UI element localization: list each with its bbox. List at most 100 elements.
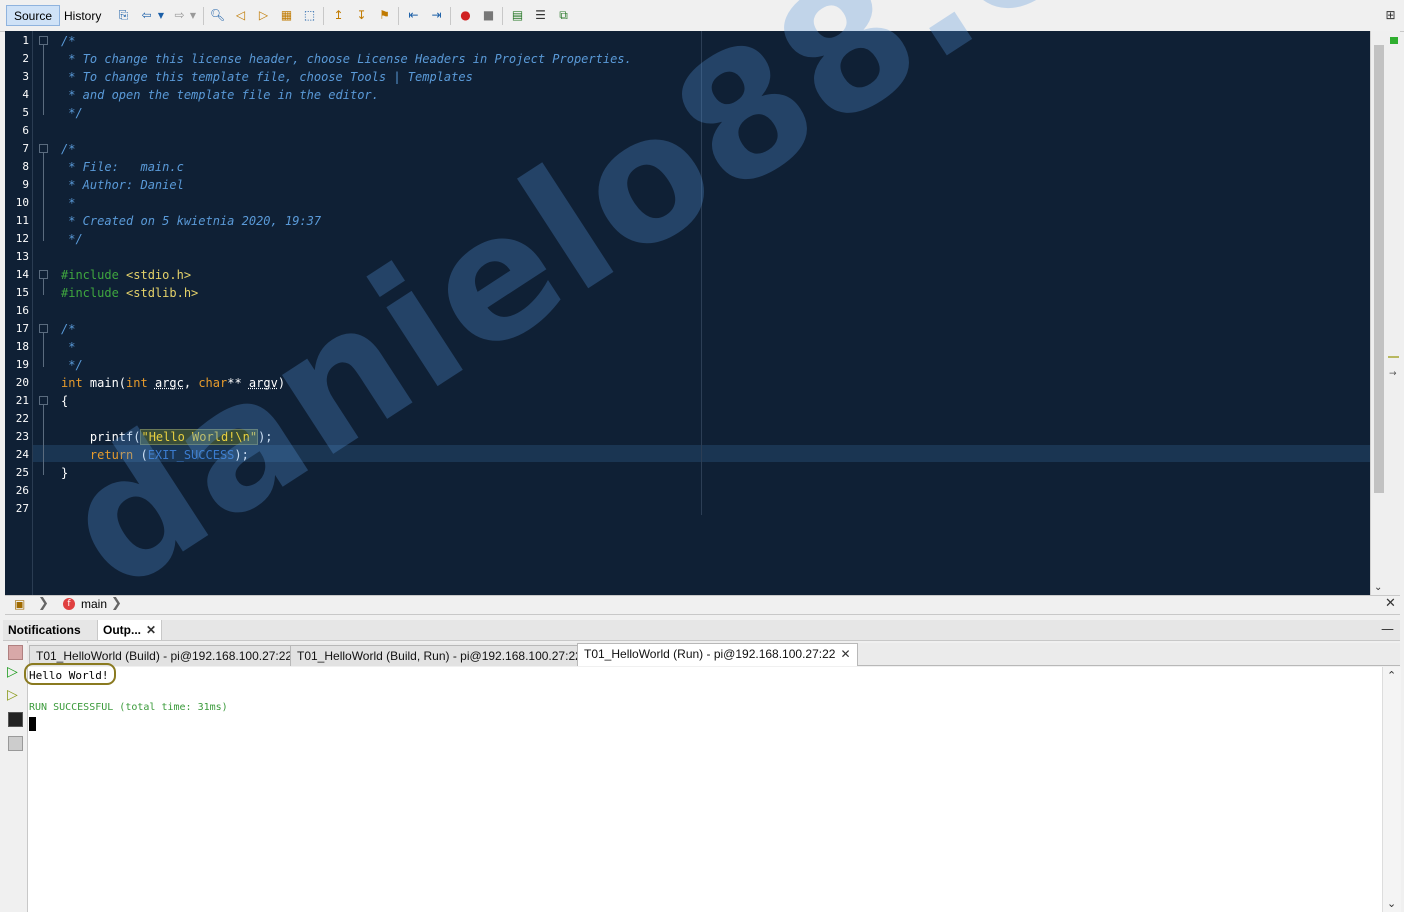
output-vertical-scrollbar[interactable]: ⌃ ⌄ [1382,667,1401,912]
code-line: } [61,466,69,480]
tab-source[interactable]: Source [6,5,61,26]
tab-notifications[interactable]: Notifications [3,620,86,640]
punctuation: ** [227,376,249,390]
scrollbar-thumb[interactable] [1374,45,1384,493]
line-number: 21 [15,394,29,407]
code-line: * To change this license header, choose … [61,52,632,66]
indent-icon[interactable]: ☰ [532,7,549,24]
caret-position-icon: → [1389,369,1397,379]
file-icon[interactable]: ▣ [14,597,25,611]
keyword: int [61,376,83,390]
rerun-with-options-icon[interactable]: ▷ [7,687,18,703]
chevron-right-icon: ❯ [38,596,49,611]
code-line: * File: main.c [61,160,184,174]
fold-guide [43,405,44,475]
keyword: int [126,376,148,390]
output-console[interactable]: Hello World! RUN SUCCESSFUL (total time:… [24,663,1382,912]
rectangular-selection-icon[interactable]: ⬚ [301,7,318,24]
tab-output[interactable]: Outp... ✕ [97,620,163,640]
line-number-gutter: 1 2 3 4 5 6 7 8 9 10 11 12 13 14 15 16 1… [5,31,33,595]
maximize-icon[interactable]: ⊞ [1382,7,1399,24]
chevron-right-icon: ❯ [111,596,122,611]
string-literal: "Hello World!\n" [140,429,259,445]
subtab-label: T01_HelloWorld (Run) - pi@192.168.100.27… [584,647,836,661]
fold-toggle-icon[interactable] [39,324,48,333]
code-line: * and open the template file in the edit… [61,88,379,102]
shift-left-icon[interactable]: ⇤ [405,7,422,24]
close-icon[interactable]: ✕ [1385,596,1396,611]
include-file: <stdlib.h> [126,286,199,300]
previous-bookmark-icon[interactable]: ↥ [330,7,347,24]
close-icon[interactable]: ✕ [840,647,850,661]
keyword: char [198,376,228,390]
back-icon[interactable]: ⇦ [138,7,155,24]
rerun-icon[interactable]: ▷ [7,664,18,680]
scroll-down-icon[interactable]: ⌄ [1374,582,1382,593]
code-line: /* [61,322,76,336]
scroll-down-icon[interactable]: ⌄ [1387,897,1396,910]
subtab-label: T01_HelloWorld (Build) - pi@192.168.100.… [36,649,293,663]
output-actions-bar: ▷ ▷ [3,641,28,912]
line-number: 26 [15,484,29,497]
toggle-highlight-icon[interactable]: ▦ [278,7,295,24]
subtab-build-run[interactable]: T01_HelloWorld (Build, Run) - pi@192.168… [290,645,604,666]
scroll-up-icon[interactable]: ⌃ [1387,669,1396,682]
right-margin-line [701,31,702,515]
line-number: 8 [22,160,29,173]
error-stripe[interactable]: → [1387,31,1400,595]
code-line: * Author: Daniel [61,178,184,192]
stop-icon[interactable] [8,645,23,660]
punctuation: ); [234,448,249,462]
chevron-down-icon[interactable]: ▼ [156,7,166,24]
line-number: 10 [15,196,29,209]
code-editor[interactable]: 1 2 3 4 5 6 7 8 9 10 11 12 13 14 15 16 1… [5,31,1400,595]
settings-icon[interactable] [8,736,23,751]
text-cursor [29,717,36,731]
format-icon[interactable]: ▤ [509,7,526,24]
fold-toggle-icon[interactable] [39,144,48,153]
last-edit-icon[interactable]: ⎘ [115,7,132,24]
editor-vertical-scrollbar[interactable]: ⌄ [1370,31,1387,595]
fold-toggle-icon[interactable] [39,396,48,405]
keyword: return [61,448,134,462]
minimize-icon[interactable]: — [1381,622,1394,637]
shift-right-icon[interactable]: ⇥ [428,7,445,24]
line-number: 15 [15,286,29,299]
output-line-status: RUN SUCCESSFUL (total time: 31ms) [29,702,228,713]
find-next-icon[interactable]: ▷ [255,7,272,24]
find-previous-icon[interactable]: ◁ [232,7,249,24]
code-line: /* [61,142,76,156]
chevron-down-icon[interactable]: ▼ [188,7,198,24]
fold-toggle-icon[interactable] [39,270,48,279]
punctuation: ); [258,430,273,444]
line-number: 27 [15,502,29,515]
preprocessor-directive: #include [61,268,119,282]
editor-toolbar: Source History ⎘ ⇦ ▼ ⇨ ▼ 🔍︎ ◁ ▷ ▦ ⬚ ↥ ↧ … [0,0,1404,32]
subtab-run[interactable]: T01_HelloWorld (Run) - pi@192.168.100.27… [577,643,858,666]
terminal-icon[interactable] [8,712,23,727]
stop-macro-icon[interactable]: ■ [480,7,497,24]
forward-icon[interactable]: ⇨ [171,7,188,24]
toolbar-separator [450,7,451,25]
line-number: 6 [22,124,29,137]
line-number: 23 [15,430,29,443]
line-number: 14 [15,268,29,281]
code-line: /* [61,34,76,48]
next-bookmark-icon[interactable]: ↧ [353,7,370,24]
toolbar-separator [398,7,399,25]
annotation-mark[interactable] [1388,356,1399,358]
toggle-bookmark-icon[interactable]: ⚑ [376,7,393,24]
tab-history[interactable]: History [56,5,109,26]
line-number: 2 [22,52,29,65]
find-icon[interactable]: 🔍︎ [209,7,226,24]
param-argc: argc [154,376,184,390]
line-number: 20 [15,376,29,389]
close-icon[interactable]: ✕ [146,623,156,637]
start-macro-icon[interactable]: ● [457,7,474,24]
line-number: 1 [22,34,29,47]
line-number: 24 [15,448,29,461]
code-line: * Created on 5 kwietnia 2020, 19:37 [61,214,322,228]
breadcrumb-function[interactable]: main [81,597,107,611]
fold-toggle-icon[interactable] [39,36,48,45]
diff-icon[interactable]: ⧉ [555,7,572,24]
